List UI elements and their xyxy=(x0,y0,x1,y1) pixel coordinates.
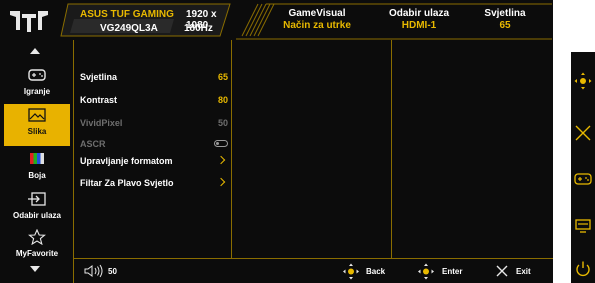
model-code: VG249QL3A xyxy=(100,23,158,34)
model-info: ASUS TUF GAMING 1920 x 1080 VG249QL3A 18… xyxy=(60,3,232,37)
status-value: 65 xyxy=(499,20,511,31)
color-bars-icon xyxy=(30,153,44,164)
detail-panel-secondary xyxy=(392,40,553,258)
status-brightness: Svjetlina 65 xyxy=(450,8,560,31)
menu-item-label: Upravljanje formatom xyxy=(80,156,173,166)
back-label: Back xyxy=(366,267,386,276)
nav-label: MyFavorite xyxy=(15,249,59,258)
nav-item-image[interactable]: Slika xyxy=(4,104,70,146)
chevron-right-icon xyxy=(216,155,226,165)
menu-item-vividpixel: VividPixel 50 xyxy=(80,118,228,132)
enter-label: Enter xyxy=(442,267,463,276)
scroll-up-icon[interactable] xyxy=(30,48,40,54)
menu-item-contrast[interactable]: Kontrast 80 xyxy=(80,95,228,109)
enter-button[interactable]: Enter xyxy=(417,263,467,280)
nav-item-color[interactable]: Boja xyxy=(4,148,70,188)
scroll-down-icon[interactable] xyxy=(30,266,40,272)
volume-icon xyxy=(84,264,103,278)
menu-item-aspect-control[interactable]: Upravljanje formatom xyxy=(80,155,228,170)
chevron-right-icon xyxy=(216,177,226,187)
close-icon[interactable] xyxy=(574,124,592,142)
menu-item-label: Kontrast xyxy=(80,95,118,105)
menu-item-value: 80 xyxy=(217,95,228,105)
model-name: ASUS TUF GAMING xyxy=(80,9,174,20)
menu-item-label: Svjetlina xyxy=(80,72,118,82)
status-value: Način za utrke xyxy=(283,20,351,31)
toggle-switch xyxy=(214,140,228,147)
exit-button[interactable]: Exit xyxy=(494,263,542,280)
joystick-icon[interactable] xyxy=(574,72,592,90)
input-icon xyxy=(28,192,46,206)
gamepad-icon xyxy=(28,69,46,81)
hardware-key-strip xyxy=(571,52,595,283)
menu-item-label: VividPixel xyxy=(80,118,123,128)
back-button[interactable]: Back xyxy=(342,263,390,280)
submenu-panel: Svjetlina 65 Kontrast 80 VividPixel 50 A… xyxy=(74,40,232,258)
status-gamevisual: GameVisual Način za utrke xyxy=(262,8,372,31)
nav-item-gaming[interactable]: Igranje xyxy=(4,64,70,104)
exit-label: Exit xyxy=(516,267,531,276)
volume-value: 50 xyxy=(108,267,117,276)
menu-item-blue-light-filter[interactable]: Filtar Za Plavo Svjetlo xyxy=(80,177,228,192)
status-label: GameVisual xyxy=(288,8,346,19)
joystick-enter-icon xyxy=(418,263,434,280)
star-icon xyxy=(28,229,46,245)
joystick-back-icon xyxy=(343,263,359,280)
nav-item-input[interactable]: Odabir ulaza xyxy=(4,188,70,228)
menu-item-ascr: ASCR xyxy=(80,139,228,153)
tuf-logo xyxy=(10,11,48,32)
power-icon[interactable] xyxy=(574,260,592,278)
osd-window: ASUS TUF GAMING 1920 x 1080 VG249QL3A 18… xyxy=(0,0,553,283)
nav-item-myfavorite[interactable]: MyFavorite xyxy=(4,226,70,266)
menu-item-value: 50 xyxy=(217,118,228,128)
status-label: Svjetlina xyxy=(484,8,526,19)
menu-item-value: 65 xyxy=(217,72,228,82)
menu-item-label: ASCR xyxy=(80,139,106,149)
nav-label: Boja xyxy=(28,171,46,180)
footer-bar: 50 Back Enter Exit xyxy=(74,258,553,283)
detail-panel xyxy=(232,40,392,258)
display-icon[interactable] xyxy=(574,217,592,235)
osd-header: ASUS TUF GAMING 1920 x 1080 VG249QL3A 18… xyxy=(0,0,553,40)
image-icon xyxy=(28,108,46,122)
menu-item-label: Filtar Za Plavo Svjetlo xyxy=(80,178,174,188)
nav-label: Slika xyxy=(27,127,47,136)
nav-label: Odabir ulaza xyxy=(12,211,61,220)
close-icon xyxy=(496,265,508,277)
main-menu: Igranje Slika Boja Odabir ulaza MyFavori… xyxy=(2,40,74,283)
nav-label: Igranje xyxy=(23,87,51,96)
menu-item-brightness[interactable]: Svjetlina 65 xyxy=(80,72,228,86)
refresh-rate: 180Hz xyxy=(184,23,213,34)
gamepad-icon[interactable] xyxy=(574,170,592,188)
